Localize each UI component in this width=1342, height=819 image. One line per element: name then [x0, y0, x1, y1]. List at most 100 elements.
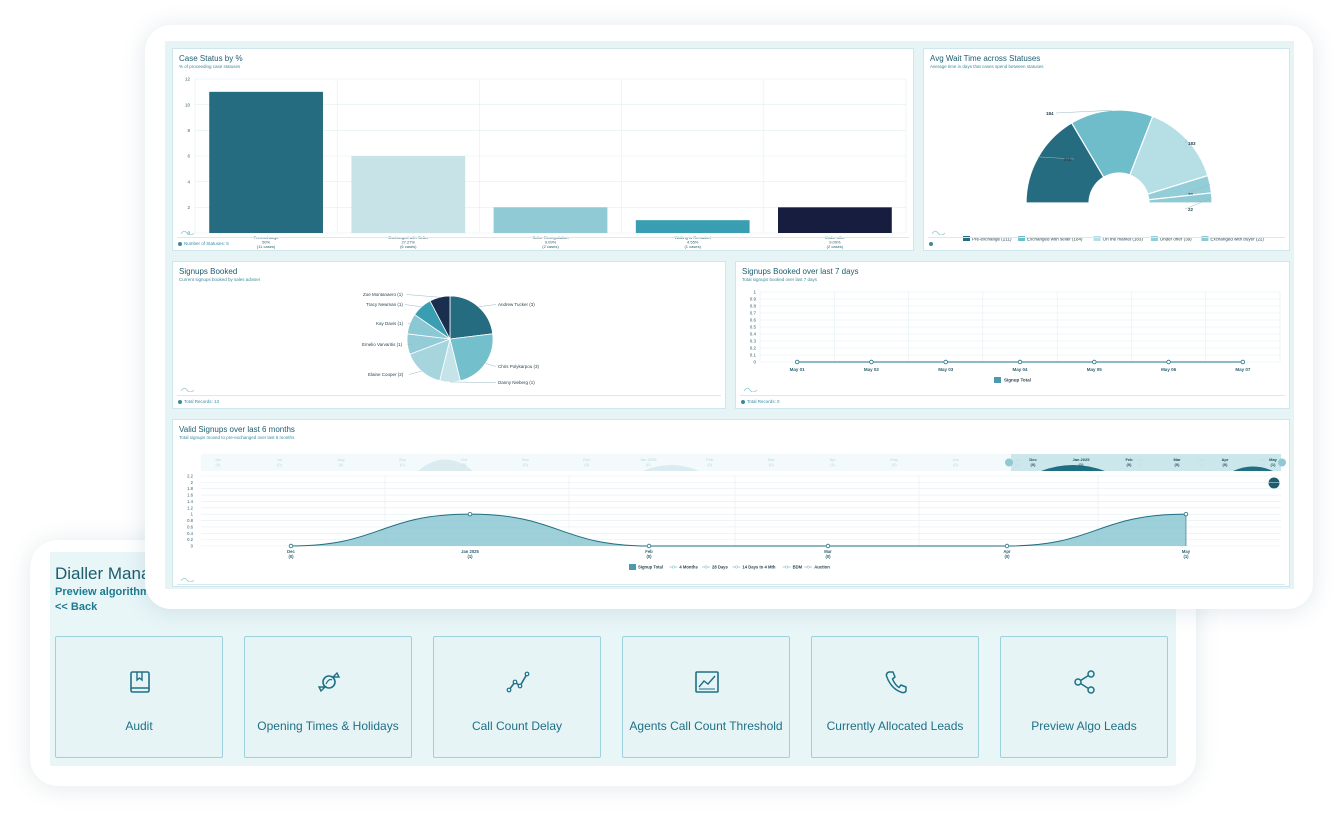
wait-time-panel: Avg Wait Time across Statuses Average ti… [923, 48, 1290, 251]
data-point [794, 359, 800, 365]
y-tick-label: 0.4 [187, 531, 193, 536]
slice [449, 295, 494, 340]
panel-subtitle: Total signups booked over last 7 days [742, 277, 818, 282]
data-point [1017, 359, 1023, 365]
slice-label: Kay Davis (1) [376, 321, 404, 326]
back-link[interactable]: << Back [55, 601, 97, 613]
candy-icon [317, 671, 341, 693]
legend-marker [704, 565, 708, 569]
x-tick-label: (2 cases) [542, 244, 559, 249]
slice-label: Andrew Tucker (3) [498, 302, 535, 307]
preview-algo-leads-tile[interactable]: Preview Algo Leads [1000, 636, 1168, 758]
x-tick-label: May 04 [1012, 367, 1028, 372]
legend-label: Signup Total [1004, 378, 1031, 383]
y-tick-label: 12 [185, 77, 191, 82]
y-tick-label: 0.9 [750, 297, 757, 302]
x-tick-label: (2 cases) [827, 244, 844, 249]
bar [778, 207, 892, 233]
slice-label: Elaine Cooper (2) [368, 372, 404, 377]
audit-tile[interactable]: Audit [55, 636, 223, 758]
y-tick-label: 10 [185, 102, 191, 107]
navigator-count: (0) [216, 462, 222, 467]
signups-7-days-panel: Signups Booked over last 7 days Total si… [735, 261, 1290, 409]
x-tick-count: (1) [467, 554, 473, 559]
x-tick-count: (0) [825, 554, 831, 559]
x-tick-label: (1 cases) [684, 244, 701, 249]
panel-subtitle: % of proceeding case statuses [179, 64, 241, 69]
data-point [646, 543, 652, 549]
opening-times-tile[interactable]: Opening Times & Holidays [244, 636, 412, 758]
data-point [1183, 511, 1189, 517]
legend-marker [734, 565, 738, 569]
bar [493, 207, 608, 233]
signups-panel: Signups Booked Current signups booked by… [172, 261, 726, 409]
navigator-count: (0) [1127, 462, 1133, 467]
panel-footer [929, 241, 935, 246]
panel-footer: Number of Statuses: 5 [178, 241, 229, 246]
navigator-count: (0) [338, 462, 344, 467]
y-tick-label: 4 [187, 179, 190, 184]
tile-grid: Audit Opening Times & Holidays Call Coun… [55, 636, 1168, 758]
data-point [1092, 359, 1097, 365]
valid-signups-panel: Valid Signups over last 6 months Total s… [172, 419, 1290, 587]
y-tick-label: 1 [191, 512, 194, 517]
data-point [288, 543, 294, 549]
y-tick-label: 1.8 [187, 486, 193, 491]
legend-swatch [629, 564, 636, 570]
panel-footer: Total Records: 0 [741, 399, 780, 404]
navigator-count: (0) [707, 462, 713, 467]
panel-footer: Total Records: 13 [178, 399, 219, 404]
slice-label: 184 [1046, 111, 1054, 116]
y-tick-label: 6 [187, 154, 190, 159]
navigator-count: (0) [1223, 462, 1229, 467]
x-tick-label: May 01 [790, 367, 806, 372]
panel-divider [177, 584, 1285, 585]
share-icon [1074, 670, 1095, 694]
x-tick-label: May 05 [1087, 367, 1103, 372]
x-tick-label: May 03 [938, 367, 954, 372]
slice-label: Tracy Newman (1) [366, 302, 403, 307]
slice-label: 183 [1188, 141, 1196, 146]
y-tick-label: 2.2 [187, 474, 193, 479]
book-icon [130, 671, 150, 693]
panel-divider [177, 237, 909, 238]
leader-line [406, 294, 440, 298]
navigator-count: (1) [830, 462, 836, 467]
slice-label: Emelio Varvaritis (1) [362, 342, 403, 347]
navigator-count: (0) [953, 462, 959, 467]
navigator-handle-left [1005, 458, 1013, 467]
footer-text: Total Records: 13 [184, 399, 220, 404]
case-status-chart: 024681012Pre-exchange50%(11 cases)Exchan… [185, 77, 907, 249]
panel-subtitle: Current signups booked by sales adviser [179, 277, 261, 282]
data-point [825, 543, 831, 549]
x-tick-count: (0) [1004, 554, 1010, 559]
data-point [1240, 359, 1246, 365]
x-tick-label: May 06 [1161, 367, 1177, 372]
y-tick-label: 8 [187, 128, 190, 133]
navigator-count: (0) [584, 462, 590, 467]
currently-allocated-leads-tile[interactable]: Currently Allocated Leads [811, 636, 979, 758]
chart-mini-icon [181, 230, 195, 235]
navigator-handle-right [1278, 458, 1286, 467]
panel-divider [740, 395, 1285, 396]
y-tick-label: 0.2 [187, 537, 193, 542]
data-point [869, 359, 874, 365]
legend-label: Auction [814, 565, 830, 570]
slice-label: 211 [1064, 157, 1072, 162]
agents-call-count-threshold-tile[interactable]: Agents Call Count Threshold [622, 636, 790, 758]
legend-swatch [994, 377, 1001, 383]
valid-signups-chart: Jun(0)Jul(0)Aug(0)Sep(0)Oct(0)Nov(0)Dec(… [187, 454, 1286, 570]
y-tick-label: 0.2 [750, 346, 757, 351]
signups-7-days-chart: 0 0.1 0.2 0.3 0.4 0.5 0.6 0.7 0.8 0.9 1 May 01 May 0… [750, 290, 1281, 383]
panel-title: Signups Booked over last 7 days [742, 267, 859, 276]
panel-subtitle: Total signups moved to pre-exchanged ove… [179, 435, 295, 440]
slice-label: 22 [1188, 207, 1194, 212]
data-point [1004, 543, 1010, 549]
wait-time-chart: 2111841833922Pre-exchange (211) Exchanged… [963, 109, 1264, 241]
leader-line [485, 363, 497, 367]
y-tick-label: 2 [187, 205, 190, 210]
call-count-delay-tile[interactable]: Call Count Delay [433, 636, 601, 758]
legend-label: 28 Days [712, 565, 729, 570]
case-status-panel: Case Status by % % of proceeding case st… [172, 48, 914, 251]
scroll-indicator [1268, 477, 1280, 489]
